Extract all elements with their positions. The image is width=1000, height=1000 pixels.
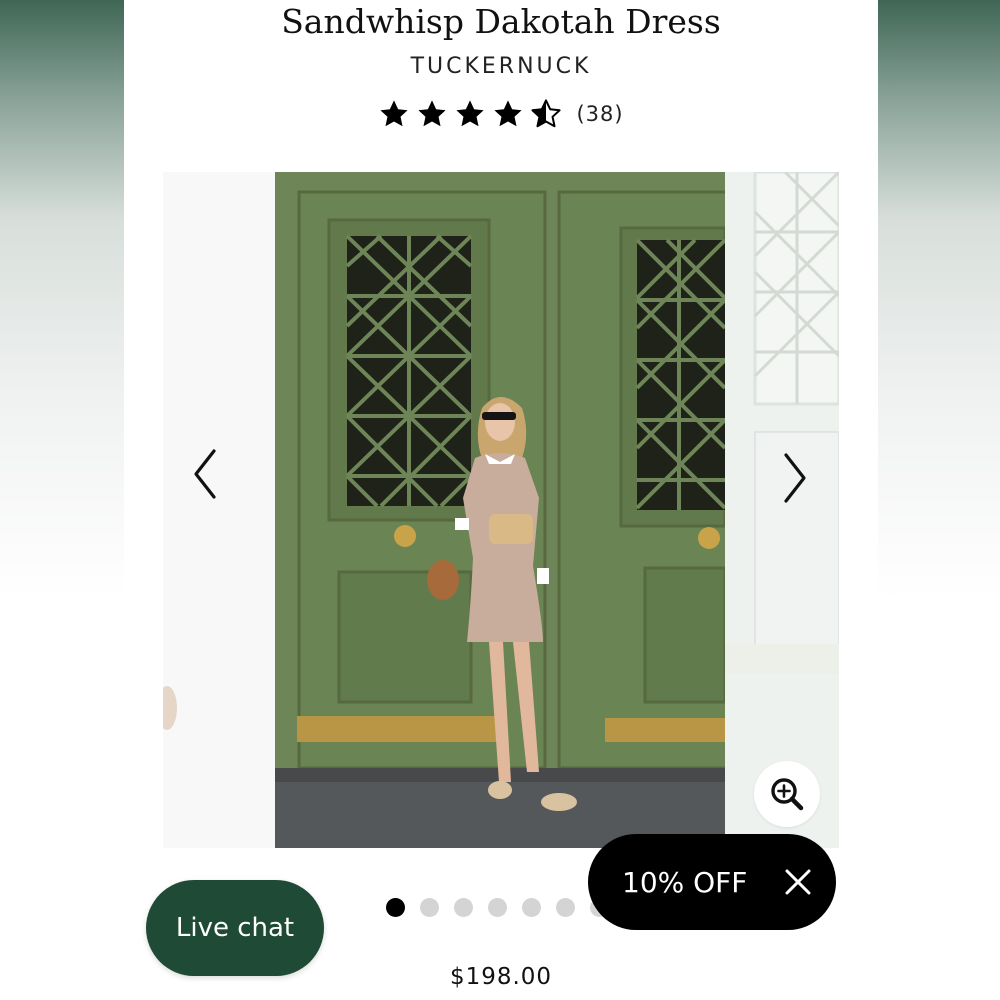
live-chat-button[interactable]: Live chat <box>146 880 324 976</box>
zoom-button[interactable] <box>754 761 820 827</box>
product-image-carousel[interactable] <box>163 172 839 848</box>
next-image-peek <box>725 172 839 848</box>
live-chat-label: Live chat <box>175 913 295 943</box>
next-image-button[interactable] <box>770 448 820 508</box>
star-half-icon <box>531 99 562 128</box>
product-title: Sandwhisp Dakotah Dress <box>281 2 721 41</box>
pagination-dot-5[interactable] <box>522 898 541 917</box>
pagination-dot-4[interactable] <box>488 898 507 917</box>
star-full-icon <box>456 100 485 127</box>
star-full-icon <box>494 100 523 127</box>
pagination-dot-2[interactable] <box>420 898 439 917</box>
star-full-icon <box>418 100 447 127</box>
pagination-dot-6[interactable] <box>556 898 575 917</box>
previous-image-button[interactable] <box>180 444 230 504</box>
discount-promo-button[interactable]: 10% OFF <box>588 834 836 930</box>
rating-row[interactable]: (38) <box>124 98 878 130</box>
chevron-left-icon <box>194 449 216 499</box>
brand-name[interactable]: TUCKERNUCK <box>124 54 878 79</box>
review-count[interactable]: (38) <box>576 102 623 126</box>
carousel-pagination <box>386 898 609 917</box>
pagination-dot-1[interactable] <box>386 898 405 917</box>
product-photo <box>275 172 725 848</box>
zoom-in-icon <box>771 778 804 811</box>
star-full-icon <box>380 100 409 127</box>
promo-label: 10% OFF <box>622 865 748 899</box>
close-icon[interactable] <box>784 868 812 896</box>
pagination-dot-3[interactable] <box>454 898 473 917</box>
previous-image-peek <box>163 172 275 848</box>
chevron-right-icon <box>784 453 806 503</box>
